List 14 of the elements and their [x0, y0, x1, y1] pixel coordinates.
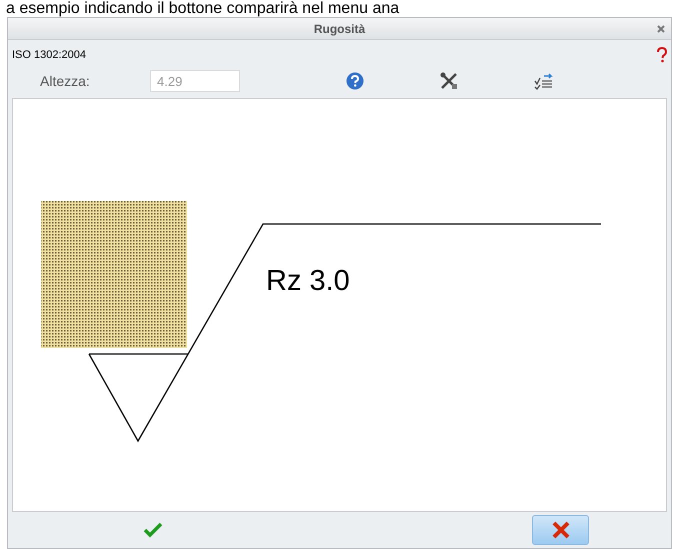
help-icon[interactable]: [657, 47, 667, 63]
help-icon[interactable]: [346, 72, 364, 90]
cancel-button[interactable]: [532, 515, 589, 545]
caption: a esempio indicando il bottone comparirà nel menu ana: [5, 0, 400, 17]
tools-icon[interactable]: [439, 71, 459, 91]
roughness-value: Rz 3.0: [266, 265, 350, 297]
close-icon[interactable]: [657, 25, 665, 33]
height-field[interactable]: 4.29: [150, 70, 240, 92]
confirm-icon[interactable]: [143, 522, 163, 538]
close-icon: [550, 521, 570, 539]
height-label: Altezza:: [40, 72, 91, 90]
window-title: Rugosità: [314, 20, 366, 38]
sort-list-icon[interactable]: [534, 72, 554, 90]
standard-label: ISO 1302:2004: [12, 48, 86, 63]
